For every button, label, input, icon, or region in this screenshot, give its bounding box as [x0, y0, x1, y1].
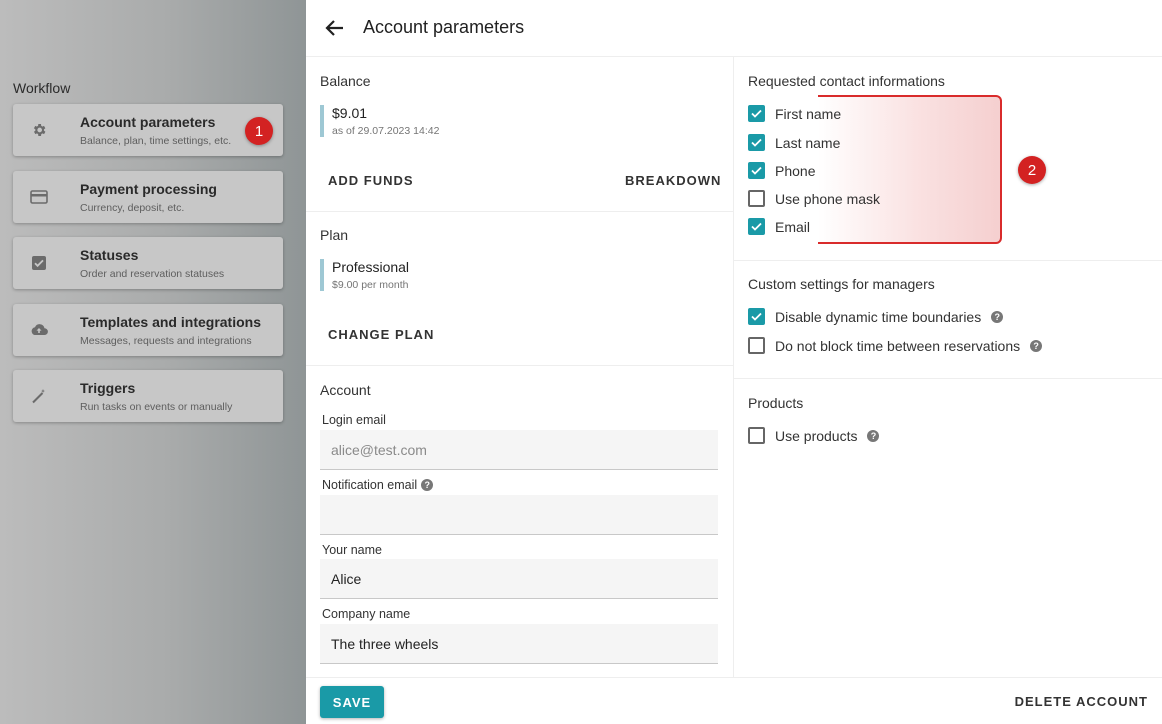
sidebar-item-subtitle: Balance, plan, time settings, etc.	[80, 135, 232, 147]
checkbox-email[interactable]: Email	[748, 218, 810, 235]
checkbox-unchecked[interactable]	[748, 337, 765, 354]
checkbox-label: Last name	[775, 134, 841, 151]
managers-title: Custom settings for managers	[748, 276, 935, 292]
sidebar-item-subtitle: Currency, deposit, etc.	[80, 202, 185, 214]
sidebar-item-subtitle: Order and reservation statuses	[80, 268, 225, 280]
gear-icon	[30, 121, 48, 139]
sidebar-item-title: Payment processing	[80, 181, 217, 197]
help-icon[interactable]: ?	[867, 429, 880, 442]
company-name-field[interactable]	[320, 624, 718, 664]
arrow-left-icon[interactable]	[323, 16, 347, 40]
sidebar-item-subtitle: Run tasks on events or manually	[80, 401, 233, 413]
account-title: Account	[320, 382, 371, 398]
sidebar-item-triggers[interactable]: Triggers Run tasks on events or manually	[13, 370, 283, 422]
plan-name: Professional	[332, 259, 410, 275]
checkbox-unchecked[interactable]	[748, 190, 765, 207]
divider	[734, 378, 1162, 379]
footer: SAVE DELETE ACCOUNT	[306, 677, 1162, 724]
checkbox-label: First name	[775, 105, 842, 122]
annotation-highlight	[818, 95, 1002, 244]
login-email-label: Login email	[322, 413, 386, 427]
sidebar: Workflow Account parameters Balance, pla…	[0, 0, 306, 724]
checkbox-label: Use phone mask	[775, 190, 881, 207]
balance-block: $9.01 as of 29.07.2023 14:42	[320, 105, 439, 137]
login-email-field[interactable]	[320, 430, 718, 470]
help-icon[interactable]: ?	[991, 310, 1004, 323]
main-panel: Account parameters Balance $9.01 as of 2…	[306, 0, 1162, 724]
checkbox-label: Phone	[775, 162, 816, 179]
sidebar-item-templates-integrations[interactable]: Templates and integrations Messages, req…	[13, 304, 283, 356]
notification-email-label: Notification email ?	[322, 478, 434, 492]
sidebar-item-account-parameters[interactable]: Account parameters Balance, plan, time s…	[13, 104, 283, 156]
plan-block: Professional $9.00 per month	[320, 259, 409, 291]
sidebar-item-title: Account parameters	[80, 114, 216, 130]
divider	[306, 365, 733, 366]
breakdown-button[interactable]: BREAKDOWN	[625, 173, 721, 188]
balance-amount: $9.01	[332, 105, 368, 121]
sidebar-item-title: Statuses	[80, 247, 139, 263]
header: Account parameters	[306, 0, 1162, 57]
checkbox-use-products[interactable]: Use products ?	[748, 427, 880, 444]
sidebar-item-title: Templates and integrations	[80, 314, 261, 330]
balance-as-of: as of 29.07.2023 14:42	[332, 125, 440, 137]
checkbox-label: Do not block time between reservations	[775, 337, 1021, 354]
annotation-badge-2: 2	[1018, 156, 1046, 184]
divider	[306, 211, 733, 212]
your-name-label-text: Your name	[322, 543, 382, 557]
checkbox-checked[interactable]	[748, 308, 765, 325]
notification-email-label-text: Notification email	[322, 478, 418, 492]
company-name-label-text: Company name	[322, 607, 411, 621]
checkbox-last-name[interactable]: Last name	[748, 134, 840, 151]
checkbox-checked[interactable]	[748, 218, 765, 235]
magic-wand-icon	[30, 387, 48, 405]
credit-card-icon	[30, 188, 48, 206]
your-name-field[interactable]	[320, 559, 718, 599]
contact-info-title: Requested contact informations	[748, 73, 945, 89]
plan-price: $9.00 per month	[332, 279, 409, 291]
checkbox-icon	[30, 254, 48, 272]
sidebar-item-statuses[interactable]: Statuses Order and reservation statuses	[13, 237, 283, 289]
sidebar-heading: Workflow	[13, 80, 71, 96]
divider	[734, 260, 1162, 261]
checkbox-label: Email	[775, 218, 811, 235]
checkbox-use-phone-mask[interactable]: Use phone mask	[748, 190, 880, 207]
checkbox-do-not-block-time[interactable]: Do not block time between reservations ?	[748, 337, 1043, 354]
checkbox-label: Disable dynamic time boundaries	[775, 308, 982, 325]
checkbox-checked[interactable]	[748, 162, 765, 179]
page-title: Account parameters	[363, 17, 525, 37]
add-funds-button[interactable]: ADD FUNDS	[328, 173, 414, 188]
sidebar-item-payment-processing[interactable]: Payment processing Currency, deposit, et…	[13, 171, 283, 223]
sidebar-item-title: Triggers	[80, 380, 136, 396]
delete-account-button[interactable]: DELETE ACCOUNT	[1015, 694, 1148, 709]
plan-title: Plan	[320, 227, 349, 243]
notification-email-field[interactable]	[320, 495, 718, 535]
cloud-upload-icon	[30, 321, 48, 339]
your-name-label: Your name	[322, 543, 382, 557]
checkbox-label: Use products	[775, 427, 858, 444]
change-plan-button[interactable]: CHANGE PLAN	[328, 327, 434, 342]
checkbox-disable-dynamic-time-boundaries[interactable]: Disable dynamic time boundaries ?	[748, 308, 1004, 325]
column-divider	[733, 57, 734, 677]
checkbox-checked[interactable]	[748, 105, 765, 122]
login-email-label-text: Login email	[322, 413, 386, 427]
checkbox-phone[interactable]: Phone	[748, 162, 815, 179]
checkbox-unchecked[interactable]	[748, 427, 765, 444]
save-button[interactable]: SAVE	[320, 686, 384, 718]
annotation-badge-1: 1	[245, 117, 273, 145]
company-name-label: Company name	[322, 607, 410, 621]
help-icon[interactable]: ?	[421, 479, 434, 491]
help-icon[interactable]: ?	[1030, 339, 1043, 352]
sidebar-item-subtitle: Messages, requests and integrations	[80, 335, 252, 347]
checkbox-first-name[interactable]: First name	[748, 105, 841, 122]
products-title: Products	[748, 395, 804, 411]
checkbox-checked[interactable]	[748, 134, 765, 151]
balance-title: Balance	[320, 73, 371, 89]
